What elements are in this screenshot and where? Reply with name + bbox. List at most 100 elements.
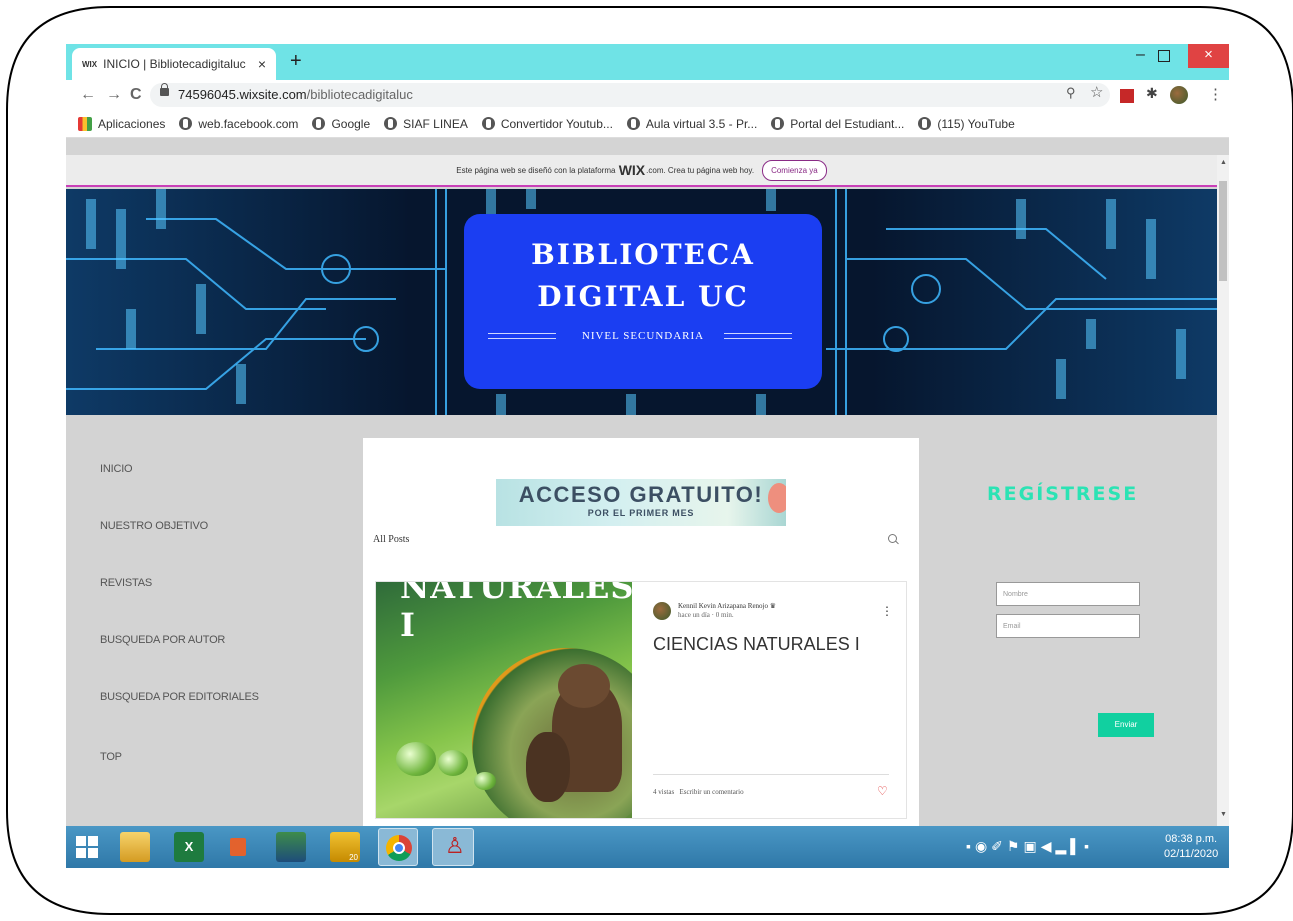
scroll-down-icon[interactable]: ▼ — [1220, 811, 1227, 818]
bookmark-label: Portal del Estudiant... — [790, 116, 905, 131]
page-scrollbar[interactable]: ▲ ▼ — [1217, 155, 1229, 826]
bookmark-label: Convertidor Youtub... — [500, 116, 613, 131]
window-maximize-icon[interactable] — [1158, 50, 1170, 62]
app-badge-icon[interactable]: 20 — [330, 832, 360, 862]
back-icon[interactable]: ← — [80, 86, 96, 104]
start-windows-icon[interactable] — [76, 836, 98, 858]
promo-banner[interactable]: ACCESO GRATUITO! POR EL PRIMER MES — [496, 479, 786, 526]
profile-avatar-icon[interactable] — [1170, 86, 1188, 104]
browser-titlebar: WIX INICIO | Bibliotecadigitaluc × + – × — [66, 44, 1229, 80]
wix-favicon-icon: WIX — [82, 59, 98, 69]
taskbar-clock[interactable]: 08:38 p.m. 02/11/2020 — [1164, 832, 1218, 862]
bookmark-item[interactable]: (115) YouTube — [918, 117, 1015, 131]
excel-icon[interactable]: X — [174, 832, 204, 862]
globe-icon — [179, 117, 193, 130]
start-now-button[interactable]: Comienza ya — [762, 159, 827, 181]
email-field[interactable]: Email — [996, 614, 1140, 638]
globe-icon — [918, 117, 932, 130]
bookmark-item[interactable]: SIAF LINEA — [384, 117, 468, 131]
globe-icon — [481, 117, 495, 130]
all-posts-link[interactable]: All Posts — [373, 534, 409, 545]
post-card[interactable]: NATURALES I Kennil Kevin Arizapana Renoj… — [375, 581, 907, 819]
globe-icon — [626, 117, 640, 130]
wix-banner-text-end: .com. Crea tu página web hoy. — [646, 165, 755, 175]
powerpoint-icon[interactable] — [224, 832, 254, 862]
bookmark-item[interactable]: Google — [312, 117, 370, 131]
tab-close-icon[interactable]: × — [258, 56, 266, 72]
bookmark-item[interactable]: web.facebook.com — [179, 117, 298, 131]
hero-title-card: BIBLIOTECA DIGITAL UC NIVEL SECUNDARIA — [464, 214, 822, 389]
bear-head — [558, 664, 610, 708]
lock-icon[interactable] — [160, 83, 169, 96]
nav-item-nuestro-objetivo[interactable]: NUESTRO OBJETIVO — [100, 520, 208, 532]
nav-item-revistas[interactable]: REVISTAS — [100, 577, 152, 589]
scroll-up-icon[interactable]: ▲ — [1220, 159, 1227, 166]
bookmark-star-icon[interactable]: ☆ — [1090, 83, 1103, 101]
window-minimize-icon[interactable]: – — [1136, 46, 1145, 64]
clock-time: 08:38 p.m. — [1165, 833, 1218, 845]
reload-icon[interactable]: C — [130, 86, 142, 104]
windows-taskbar: X 20 ♙ ▪◉✐⚑▣◀▂▌▪ 08:38 p.m. 02/11/2020 — [66, 826, 1229, 868]
nav-item-busqueda-editoriales[interactable]: BUSQUEDA POR EDITORIALES — [100, 691, 259, 703]
address-bar[interactable]: 74596045.wixsite.com/bibliotecadigitaluc — [150, 83, 1110, 107]
search-icon[interactable] — [888, 534, 897, 543]
bookmark-item[interactable]: Convertidor Youtub... — [481, 116, 613, 131]
chrome-icon-center — [393, 842, 405, 854]
water-drop — [474, 772, 496, 790]
window-close-icon[interactable]: × — [1188, 44, 1229, 68]
nav-item-inicio[interactable]: INICIO — [100, 463, 133, 475]
bookmark-label: Google — [331, 116, 371, 131]
post-body: Kennil Kevin Arizapana Renojo ♛ hace un … — [633, 582, 907, 818]
clock-date: 02/11/2020 — [1164, 848, 1219, 860]
post-more-icon[interactable]: ⋮ — [881, 604, 893, 618]
post-title[interactable]: CIENCIAS NATURALES I — [653, 634, 860, 655]
system-tray[interactable]: ▪◉✐⚑▣◀▂▌▪ — [966, 838, 1093, 855]
app-badge-count: 20 — [349, 853, 358, 862]
write-comment-link[interactable]: Escribir un comentario — [679, 788, 743, 796]
zoom-icon[interactable]: ⚲ — [1066, 85, 1076, 101]
bookmark-item[interactable]: Aula virtual 3.5 - Pr... — [626, 117, 757, 131]
chrome-taskbar-button[interactable] — [378, 828, 418, 866]
hero-title-line1: BIBLIOTECA — [531, 238, 755, 271]
tab-title: INICIO | Bibliotecadigitaluc — [103, 57, 246, 71]
promo-subtitle: POR EL PRIMER MES — [587, 508, 695, 518]
nav-item-busqueda-autor[interactable]: BUSQUEDA POR AUTOR — [100, 634, 225, 646]
address-toolbar: ← → C 74596045.wixsite.com/bibliotecadig… — [66, 80, 1229, 110]
globe-icon — [771, 117, 785, 130]
browser-tab[interactable]: WIX INICIO | Bibliotecadigitaluc × — [72, 48, 276, 80]
nav-item-top[interactable]: TOP — [100, 751, 122, 763]
pdf-extension-icon[interactable] — [1120, 89, 1134, 103]
bookmark-item[interactable]: Aplicaciones — [78, 116, 165, 131]
post-author-row[interactable]: Kennil Kevin Arizapana Renojo ♛ hace un … — [653, 602, 776, 620]
app-running-button[interactable]: ♙ — [432, 828, 474, 866]
browser-menu-icon[interactable]: ⋮ — [1208, 85, 1223, 103]
scroll-thumb[interactable] — [1219, 181, 1227, 281]
post-cover-image[interactable]: NATURALES I — [376, 582, 632, 818]
wix-logo: WIX — [618, 162, 646, 178]
screen: WIX INICIO | Bibliotecadigitaluc × + – ×… — [66, 44, 1229, 868]
heart-icon[interactable]: ♡ — [877, 784, 888, 798]
post-meta: hace un día · 0 min. — [678, 611, 734, 619]
forward-icon[interactable]: → — [106, 86, 122, 104]
promo-title: ACCESO GRATUITO! — [518, 482, 764, 507]
bear-cub-figure — [526, 732, 570, 802]
submit-button[interactable]: Enviar — [1098, 713, 1154, 737]
new-tab-icon[interactable]: + — [290, 50, 302, 73]
url-host: 74596045.wixsite.com — [178, 87, 307, 102]
author-avatar[interactable] — [653, 602, 671, 620]
blog-panel: ACCESO GRATUITO! POR EL PRIMER MES All P… — [363, 438, 919, 826]
file-explorer-icon[interactable] — [120, 832, 150, 862]
author-name[interactable]: Kennil Kevin Arizapana Renojo — [678, 602, 768, 610]
post-divider — [653, 774, 889, 775]
register-title: REGÍSTRESE — [987, 483, 1139, 505]
url-text[interactable]: 74596045.wixsite.com/bibliotecadigitaluc — [178, 87, 413, 102]
post-views: 4 vistas — [653, 788, 675, 796]
extensions-puzzle-icon[interactable]: ✱ — [1146, 85, 1158, 102]
hero-banner: BIBLIOTECA DIGITAL UC NIVEL SECUNDARIA — [66, 189, 1217, 415]
globe-icon — [384, 117, 398, 130]
post-stats: 4 vistas Escribir un comentario — [653, 788, 744, 796]
bookmark-item[interactable]: Portal del Estudiant... — [771, 117, 904, 131]
bookmark-label: web.facebook.com — [198, 116, 299, 131]
name-field[interactable]: Nombre — [996, 582, 1140, 606]
project-icon[interactable] — [276, 832, 306, 862]
